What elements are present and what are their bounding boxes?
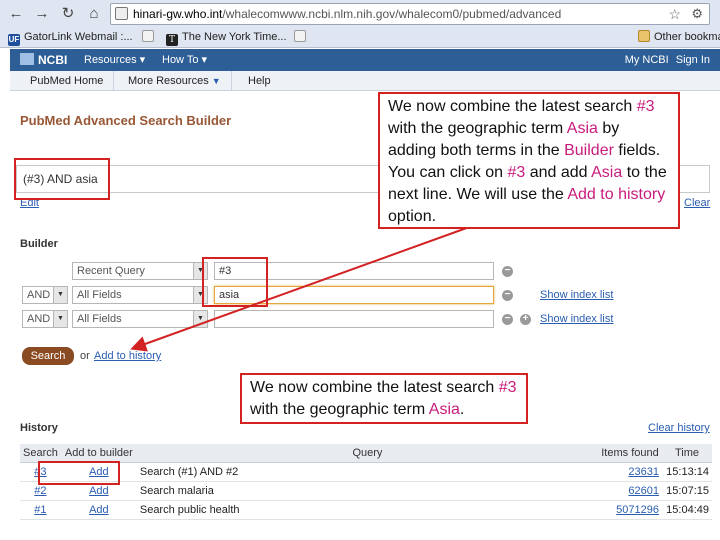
builder-terms-highlight-box	[202, 257, 268, 307]
add-to-history-link[interactable]: Add to history	[94, 350, 161, 362]
builder-label: Builder	[20, 238, 58, 250]
other-bookmarks[interactable]: Other bookmarks	[638, 27, 720, 47]
clear-history-link[interactable]: Clear history	[648, 422, 710, 434]
wrench-icon[interactable]: ⚙	[691, 4, 703, 24]
annotation-callout-bottom: We now combine the latest search #3 with…	[240, 373, 528, 424]
builder-operator-select-3[interactable]: AND ▼	[22, 310, 68, 328]
arrow-line	[130, 220, 487, 352]
ncbi-logo[interactable]: NCBI	[20, 49, 67, 71]
address-row: ← → ↻ ⌂ hinari-gw.who.int/whalecomwww.nc…	[0, 0, 720, 28]
pubmed-home-link[interactable]: PubMed Home	[20, 71, 115, 91]
builder-field-select-3[interactable]: All Fields ▼	[72, 310, 208, 328]
page-icon	[115, 7, 128, 20]
builder-field-select-2[interactable]: All Fields ▼	[72, 286, 208, 304]
or-text: or	[80, 350, 90, 362]
home-icon[interactable]: ⌂	[84, 4, 104, 24]
bookmarks-bar: UF GatorLink Webmail :... T The New York T…	[0, 27, 720, 47]
query-cell: Search (#1) AND #2	[136, 462, 598, 482]
query-cell: Search public health	[136, 500, 598, 520]
add-row-icon[interactable]: +	[520, 314, 531, 325]
show-index-list-link-3[interactable]: Show index list	[540, 313, 613, 325]
builder-term-input-3[interactable]	[214, 310, 494, 328]
forward-icon[interactable]: →	[32, 4, 52, 24]
nyt-icon: T	[166, 34, 178, 46]
back-icon[interactable]: ←	[6, 4, 26, 24]
remove-row-icon[interactable]: −	[502, 314, 513, 325]
browser-chrome: ← → ↻ ⌂ hinari-gw.who.int/whalecomwww.nc…	[0, 0, 720, 48]
bookmark-globe-2[interactable]	[294, 27, 310, 47]
url-path: /whalecomwww.ncbi.nlm.nih.gov/whalecom0/…	[222, 7, 562, 21]
folder-icon	[638, 30, 650, 42]
col-time: Time	[662, 444, 712, 463]
history-label: History	[20, 422, 58, 434]
globe-icon	[294, 30, 306, 42]
items-found-link[interactable]: 23631	[598, 462, 662, 482]
url-bar[interactable]: hinari-gw.who.int/whalecomwww.ncbi.nlm.n…	[110, 3, 710, 25]
add-to-builder-link[interactable]: Add	[60, 500, 137, 520]
url-host: hinari-gw.who.int	[133, 7, 223, 21]
remove-row-icon[interactable]: −	[502, 290, 513, 301]
uf-icon: UF	[8, 34, 20, 46]
remove-row-icon[interactable]: −	[502, 266, 513, 277]
page-title: PubMed Advanced Search Builder	[20, 113, 232, 128]
table-row: #1 Add Search public health 5071296 15:0…	[20, 500, 712, 520]
items-found-link[interactable]: 5071296	[598, 500, 662, 520]
items-found-link[interactable]: 62601	[598, 481, 662, 501]
table-row: #2 Add Search malaria 62601 15:07:15	[20, 481, 712, 501]
time-cell: 15:04:49	[662, 500, 712, 520]
chevron-down-icon: ▼	[53, 311, 67, 327]
table-row: #3 Add Search (#1) AND #2 23631 15:13:14	[20, 462, 712, 482]
bookmark-star-icon[interactable]: ☆	[668, 4, 681, 24]
ncbi-logo-icon	[20, 53, 34, 65]
col-search: Search	[20, 444, 61, 463]
resources-menu[interactable]: Resources ▾	[84, 49, 145, 71]
chevron-down-icon: ▼	[53, 287, 67, 303]
history-row-highlight-box	[38, 461, 120, 485]
reload-icon[interactable]: ↻	[58, 4, 78, 24]
col-query: Query	[136, 444, 598, 463]
chevron-down-icon: ▼	[193, 311, 207, 327]
col-items-found: Items found	[598, 444, 662, 463]
globe-icon	[142, 30, 154, 42]
sign-in-link[interactable]: Sign In	[676, 54, 710, 66]
help-link[interactable]: Help	[238, 71, 281, 91]
more-resources-menu[interactable]: More Resources ▼	[118, 71, 232, 91]
search-button[interactable]: Search	[22, 347, 74, 365]
builder-operator-select-2[interactable]: AND ▼	[22, 286, 68, 304]
show-index-list-link-2[interactable]: Show index list	[540, 289, 613, 301]
chevron-down-icon: ▼	[211, 76, 221, 86]
time-cell: 15:07:15	[662, 481, 712, 501]
my-ncbi-link[interactable]: My NCBI	[625, 54, 669, 66]
col-add-to-builder: Add to builder	[60, 444, 137, 463]
bookmark-gatorlink[interactable]: UF GatorLink Webmail :...	[8, 27, 133, 47]
query-highlight-box	[14, 158, 110, 200]
annotation-callout-top: We now combine the latest search #3 with…	[378, 92, 680, 229]
pubmed-subnav: PubMed Home More Resources ▼ Help	[10, 71, 720, 91]
search-number-link[interactable]: #1	[20, 500, 61, 520]
ncbi-header: NCBI Resources ▾ How To ▾ My NCBI Sign I…	[10, 49, 720, 71]
clear-link[interactable]: Clear	[684, 197, 710, 209]
builder-field-select-1[interactable]: Recent Query ▼	[72, 262, 208, 280]
history-table: Search Add to builder Query Items found …	[20, 444, 712, 520]
ncbi-account: My NCBI Sign In	[625, 49, 710, 71]
how-to-menu[interactable]: How To ▾	[162, 49, 207, 71]
history-header-row: Search Add to builder Query Items found …	[20, 444, 712, 463]
bookmark-nyt[interactable]: T The New York Time...	[166, 27, 287, 47]
time-cell: 15:13:14	[662, 462, 712, 482]
query-cell: Search malaria	[136, 481, 598, 501]
bookmark-globe-1[interactable]	[142, 27, 158, 47]
